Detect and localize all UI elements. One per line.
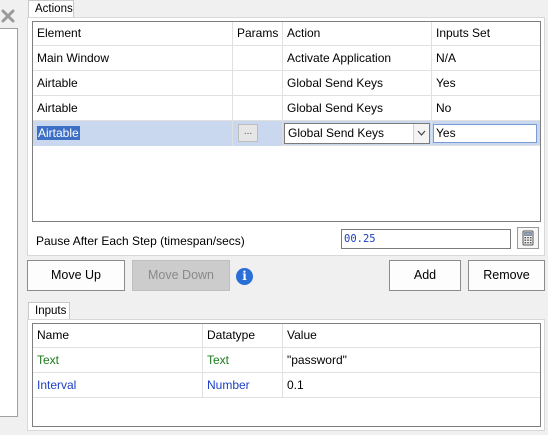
left-list-box bbox=[0, 28, 18, 417]
actions-grid: Element Params Action Inputs Set Main Wi… bbox=[32, 21, 541, 222]
cell-datatype: Number bbox=[203, 373, 283, 398]
remove-button[interactable]: Remove bbox=[468, 260, 545, 291]
cell-name: Interval bbox=[33, 373, 203, 398]
cell-datatype: Text bbox=[203, 348, 283, 373]
cell-action: Global Send Keys bbox=[283, 71, 432, 96]
table-row[interactable]: Airtable Global Send Keys Yes bbox=[33, 71, 540, 96]
info-icon[interactable]: i bbox=[236, 268, 253, 285]
cell-value[interactable]: "password" bbox=[283, 348, 540, 373]
header-element[interactable]: Element bbox=[33, 22, 233, 46]
pause-input[interactable]: 00.25 bbox=[341, 229, 511, 249]
cell-inputs-set: Yes bbox=[432, 121, 540, 146]
table-row[interactable]: Main Window Activate Application N/A bbox=[33, 46, 540, 71]
cell-inputs-set: N/A bbox=[436, 51, 457, 65]
add-button[interactable]: Add bbox=[389, 260, 461, 291]
cell-element: Airtable bbox=[33, 71, 233, 96]
inputs-group: Name Datatype Value Text Text "password"… bbox=[27, 319, 545, 431]
cell-name: Text bbox=[33, 348, 203, 373]
calculator-button[interactable] bbox=[517, 227, 539, 249]
left-panel bbox=[0, 0, 19, 435]
inputs-grid: Name Datatype Value Text Text "password"… bbox=[32, 323, 541, 427]
table-row-selected[interactable]: Airtable ... Global Send Keys Yes bbox=[33, 121, 540, 146]
header-params[interactable]: Params bbox=[233, 22, 283, 46]
tab-actions[interactable]: Actions bbox=[28, 0, 74, 18]
move-down-button[interactable]: Move Down bbox=[132, 260, 230, 291]
header-inputs-set[interactable]: Inputs Set bbox=[432, 22, 540, 46]
inputs-grid-header: Name Datatype Value bbox=[33, 324, 540, 348]
cell-params: ... bbox=[233, 121, 283, 146]
table-row[interactable]: Interval Number 0.1 bbox=[33, 373, 540, 398]
header-value[interactable]: Value bbox=[283, 324, 540, 348]
cell-element[interactable]: Airtable bbox=[33, 121, 233, 146]
header-datatype[interactable]: Datatype bbox=[203, 324, 283, 348]
close-icon[interactable] bbox=[0, 8, 16, 24]
params-ellipsis-button[interactable]: ... bbox=[238, 124, 258, 142]
action-dropdown-value: Global Send Keys bbox=[288, 126, 385, 140]
chevron-down-icon[interactable] bbox=[413, 124, 429, 143]
selected-element-text: Airtable bbox=[37, 126, 80, 140]
cell-inputs-set: No bbox=[436, 101, 452, 115]
actions-group: Element Params Action Inputs Set Main Wi… bbox=[27, 17, 545, 256]
pause-label: Pause After Each Step (timespan/secs) bbox=[36, 234, 245, 248]
action-dropdown[interactable]: Global Send Keys bbox=[284, 123, 430, 144]
table-row[interactable]: Text Text "password" bbox=[33, 348, 540, 373]
cell-params bbox=[233, 71, 283, 96]
cell-value[interactable]: 0.1 bbox=[283, 373, 540, 398]
cell-element: Airtable bbox=[33, 96, 233, 121]
header-name[interactable]: Name bbox=[33, 324, 203, 348]
cell-action: Activate Application bbox=[283, 46, 432, 71]
actions-grid-header: Element Params Action Inputs Set bbox=[33, 22, 540, 46]
cell-action: Global Send Keys bbox=[283, 121, 432, 146]
cell-params bbox=[233, 96, 283, 121]
calculator-icon bbox=[522, 230, 534, 246]
inputs-set-field[interactable]: Yes bbox=[433, 124, 537, 143]
tab-inputs[interactable]: Inputs bbox=[28, 302, 70, 320]
header-action[interactable]: Action bbox=[283, 22, 432, 46]
table-row[interactable]: Airtable Global Send Keys No bbox=[33, 96, 540, 121]
cell-params bbox=[233, 46, 283, 71]
cell-element: Main Window bbox=[33, 46, 233, 71]
move-up-button[interactable]: Move Up bbox=[27, 260, 125, 291]
cell-action: Global Send Keys bbox=[283, 96, 432, 121]
cell-inputs-set: Yes bbox=[436, 76, 456, 90]
